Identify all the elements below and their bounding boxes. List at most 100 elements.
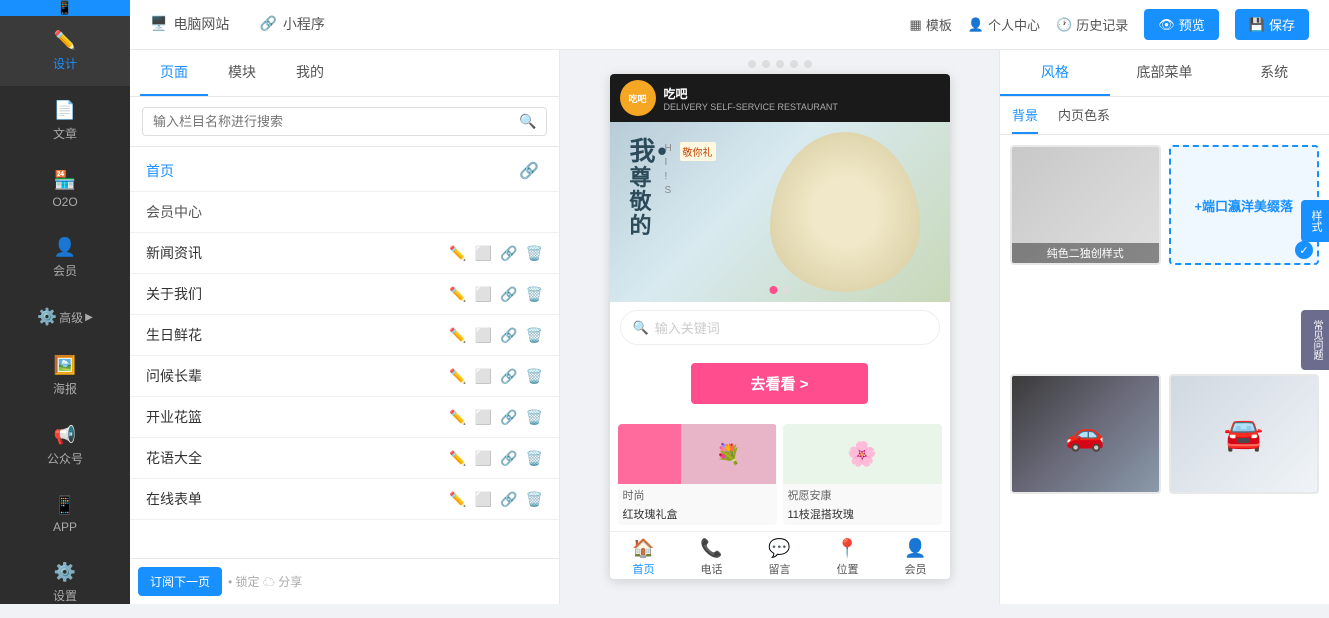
sidebar: 📱 ✏️ 设计 📄 文章 🏪 O2O 👤 会员 ⚙️ 高级 ▶ 🖼️ 海报 📢 … [0,0,130,604]
topbar-nav-desktop[interactable]: 🖥️ 电脑网站 [150,14,229,36]
preview-button[interactable]: 👁 预览 [1144,9,1219,40]
eye-icon: 👁 [1158,17,1175,33]
save-button[interactable]: 💾 保存 [1235,9,1309,40]
product-category-1: 祝愿安康 [783,484,942,506]
search-hint: 输入关键词 [655,318,720,337]
edit-icon[interactable]: ✏️ [449,491,466,508]
banner-sub-text: HI!S [665,142,672,198]
far-right-style-tab[interactable]: 样式 [1301,200,1329,242]
sidebar-item-member[interactable]: 👤 会员 [0,223,130,293]
sidebar-logo[interactable]: 📱 [0,0,130,16]
member-icon: 👤 [54,237,76,258]
sidebar-item-label: 海报 [53,380,77,397]
nav-item-about[interactable]: 关于我们 ✏️ ⬜ 🔗 🗑️ [130,274,559,315]
share-icon[interactable]: 🔗 [500,368,517,385]
nav-item-member-center[interactable]: 会员中心 [130,192,559,233]
share-icon[interactable]: 🔗 [519,161,539,181]
customer-service-tab[interactable]: 常见问题 [1301,310,1329,370]
search-icon[interactable]: 🔍 [519,113,536,130]
nav-item-flower-language[interactable]: 花语大全 ✏️ ⬜ 🔗 🗑️ [130,438,559,479]
cta-button[interactable]: 去看看 > [691,363,869,404]
share-icon[interactable]: 🔗 [500,286,517,303]
right-tab-style[interactable]: 风格 [1000,50,1110,96]
product-item-1[interactable]: 🌸 祝愿安康 11枝混搭玫瑰 [783,424,942,525]
o2o-icon: 🏪 [54,170,76,191]
share-icon[interactable]: 🔗 [500,245,517,262]
sidebar-item-o2o[interactable]: 🏪 O2O [0,156,130,223]
footer-item-member[interactable]: 👤 会员 [882,538,950,577]
app-icon: 📱 [54,495,76,516]
delete-icon[interactable]: 🗑️ [526,327,543,344]
footer-item-location[interactable]: 📍 位置 [814,538,882,577]
topbar-actions: ▦ 模板 👤 个人中心 🕐 历史记录 👁 预览 💾 保存 [910,9,1309,40]
share-icon[interactable]: 🔗 [500,409,517,426]
edit-icon[interactable]: ✏️ [449,368,466,385]
delete-icon[interactable]: 🗑️ [526,368,543,385]
sidebar-item-advanced[interactable]: ⚙️ 高级 ▶ [0,293,130,341]
profile-action[interactable]: 👤 个人中心 [968,15,1040,34]
copy-icon[interactable]: ⬜ [475,368,492,385]
wechat-icon: 📢 [54,425,76,446]
footer-item-home[interactable]: 🏠 首页 [610,538,678,577]
edit-icon[interactable]: ✏️ [449,245,466,262]
edit-icon[interactable]: ✏️ [449,327,466,344]
copy-icon[interactable]: ⬜ [475,491,492,508]
poster-icon: 🖼️ [54,355,76,376]
nav-item-news[interactable]: 新闻资讯 ✏️ ⬜ 🔗 🗑️ [130,233,559,274]
nav-item-greet-elders[interactable]: 问候长辈 ✏️ ⬜ 🔗 🗑️ [130,356,559,397]
footer-item-phone[interactable]: 📞 电话 [678,538,746,577]
sidebar-item-app[interactable]: 📱 APP [0,481,130,548]
style-item-plain[interactable]: 纯色二独创样式 [1010,145,1161,265]
settings-icon: ⚙️ [54,562,76,583]
subtab-background[interactable]: 背景 [1012,105,1038,134]
right-tab-system[interactable]: 系统 [1219,50,1329,96]
share-icon[interactable]: 🔗 [500,327,517,344]
tab-module[interactable]: 模块 [208,50,276,96]
copy-icon[interactable]: ⬜ [475,327,492,344]
footer-item-message[interactable]: 💬 留言 [746,538,814,577]
phone-search[interactable]: 🔍 输入关键词 [620,310,940,345]
edit-icon[interactable]: ✏️ [449,286,466,303]
style-item-car2[interactable]: 🚘 [1169,374,1320,494]
search-icon: 🔍 [633,320,649,336]
banner-promo-text: 敬你礼 [680,142,716,161]
tab-page[interactable]: 页面 [140,50,208,96]
phone-icon: 📞 [700,538,722,559]
product-item-0[interactable]: 💐 时尚 红玫瑰礼盒 [618,424,777,525]
share-icon[interactable]: 🔗 [500,450,517,467]
sidebar-item-wechat[interactable]: 📢 公众号 [0,411,130,481]
copy-icon[interactable]: ⬜ [475,286,492,303]
copy-icon[interactable]: ⬜ [475,245,492,262]
copy-icon[interactable]: ⬜ [475,409,492,426]
template-action[interactable]: ▦ 模板 [910,15,952,34]
sidebar-item-label: 文章 [53,125,77,142]
search-input[interactable] [142,107,547,136]
nav-item-home[interactable]: 首页 🔗 [130,151,559,192]
share-icon[interactable]: 🔗 [500,491,517,508]
nav-item-online-form[interactable]: 在线表单 ✏️ ⬜ 🔗 🗑️ [130,479,559,520]
delete-icon[interactable]: 🗑️ [526,286,543,303]
chevron-right-icon: ▶ [85,312,93,323]
edit-icon[interactable]: ✏️ [449,450,466,467]
sidebar-item-poster[interactable]: 🖼️ 海报 [0,341,130,411]
delete-icon[interactable]: 🗑️ [526,491,543,508]
subtab-inner-colors[interactable]: 内页色系 [1058,105,1110,134]
sidebar-item-design[interactable]: ✏️ 设计 [0,16,130,86]
tab-mine[interactable]: 我的 [276,50,344,96]
subscribe-button[interactable]: 订阅下一页 [138,567,222,596]
style-item-selected[interactable]: +端口瀛洋美缀落 ✓ [1169,145,1320,265]
right-tab-footer-menu[interactable]: 底部菜单 [1110,50,1220,96]
sidebar-item-settings[interactable]: ⚙️ 设置 [0,548,130,618]
delete-icon[interactable]: 🗑️ [526,409,543,426]
delete-icon[interactable]: 🗑️ [526,245,543,262]
edit-icon[interactable]: ✏️ [449,409,466,426]
store-header-text: 吃吧 DELIVERY SELF-SERVICE RESTAURANT [664,85,838,112]
delete-icon[interactable]: 🗑️ [526,450,543,467]
copy-icon[interactable]: ⬜ [475,450,492,467]
style-item-car1[interactable]: 🚗 [1010,374,1161,494]
topbar-nav-miniapp[interactable]: 🔗 小程序 [259,14,324,36]
nav-item-opening-basket[interactable]: 开业花篮 ✏️ ⬜ 🔗 🗑️ [130,397,559,438]
nav-item-birthday-flowers[interactable]: 生日鲜花 ✏️ ⬜ 🔗 🗑️ [130,315,559,356]
history-action[interactable]: 🕐 历史记录 [1056,15,1128,34]
sidebar-item-article[interactable]: 📄 文章 [0,86,130,156]
